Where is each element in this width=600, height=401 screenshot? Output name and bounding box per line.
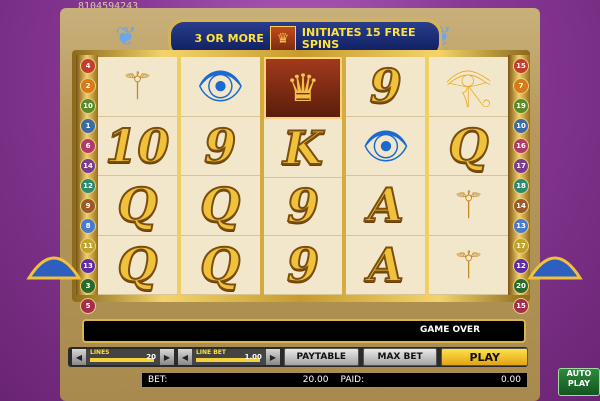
payline-indicator-right[interactable]: 14: [513, 198, 529, 214]
payline-indicator-right[interactable]: 10: [513, 118, 529, 134]
reel-symbol-letter: Q: [448, 118, 490, 174]
reel-grid: ⚚ 10 Q Q 👁 9 Q Q ♛ K 9 9 9 👁 A A 𓂀 Q ⚚ ⚚: [98, 57, 508, 295]
reel-symbol-letter: 9: [369, 58, 403, 114]
lines-level-bar: [90, 358, 154, 362]
bet-label: BET:: [148, 375, 168, 385]
bet-value: 20.00: [302, 375, 329, 385]
status-message: GAME OVER: [419, 325, 480, 335]
staff-icon: ⚚: [451, 183, 486, 228]
reel-symbol-letter: A: [367, 177, 405, 233]
payline-indicator-left[interactable]: 1: [80, 118, 96, 134]
reel-column: 👁 9 Q Q: [180, 57, 260, 295]
lines-stepper[interactable]: ◀ LINES 20 ▶: [72, 349, 174, 365]
sphinx-icon: ♛: [285, 65, 321, 110]
payline-indicator-left[interactable]: 14: [80, 158, 96, 174]
lines-label: LINES: [90, 349, 110, 356]
reel-symbol: 9: [263, 236, 343, 295]
payline-indicator-left[interactable]: 12: [80, 178, 96, 194]
reel-column: 9 👁 A A: [346, 57, 426, 295]
staff-icon: ⚚: [451, 242, 486, 287]
payline-indicator-left[interactable]: 8: [80, 218, 96, 234]
reel-symbol-letter: A: [367, 237, 405, 293]
payline-indicator-left[interactable]: 6: [80, 138, 96, 154]
payline-indicator-right[interactable]: 16: [513, 138, 529, 154]
reel-column: ♛ K 9 9: [263, 57, 343, 295]
tablet-icon: 𓂀: [429, 57, 508, 117]
eye-icon: 👁: [361, 123, 410, 168]
line-bet-decrease-icon[interactable]: ◀: [177, 349, 192, 365]
max-bet-button[interactable]: MAX BET: [362, 348, 438, 366]
line-bet-label: LINE BET: [195, 349, 226, 356]
play-button[interactable]: PLAY: [441, 348, 529, 366]
reel-symbol-letter: Q: [116, 237, 158, 293]
payline-indicator-right[interactable]: 18: [513, 178, 529, 194]
reel-symbol-letter: Q: [199, 177, 241, 233]
reel-symbol: Q: [98, 176, 177, 236]
lotus-ornament-left-icon: [24, 238, 84, 282]
reel-symbol-letter: 9: [286, 237, 320, 293]
lotus-ornament-right-icon: [525, 238, 585, 282]
banner-text-left: 3 OR MORE: [194, 32, 264, 45]
sphinx-icon: ♛: [269, 26, 296, 52]
payline-indicator-right[interactable]: 15: [513, 298, 529, 314]
payline-indicator-left[interactable]: 10: [80, 98, 96, 114]
lines-increase-icon[interactable]: ▶: [159, 349, 174, 365]
status-bar: GAME OVER: [82, 319, 526, 343]
staff-icon: ⚚: [429, 236, 508, 295]
reel-symbol-letter: 9: [286, 178, 320, 234]
reel-symbol: K: [263, 119, 343, 178]
autoplay-line1: AUTO: [566, 369, 592, 378]
payline-indicator-left[interactable]: 9: [80, 198, 96, 214]
payline-indicator-left[interactable]: 2: [80, 78, 96, 94]
reel-symbol: Q: [429, 117, 508, 176]
tablet-icon: 𓂀: [444, 64, 493, 109]
reel-column: 𓂀 Q ⚚ ⚚: [429, 57, 508, 295]
reel-symbol: 9: [263, 178, 343, 237]
payline-indicator-right[interactable]: 17: [513, 158, 529, 174]
payline-indicator-right[interactable]: 13: [513, 218, 529, 234]
payline-indicator-right[interactable]: 7: [513, 78, 529, 94]
staff-icon: ⚚: [429, 176, 508, 236]
bet-segment: BET: 20.00: [142, 375, 335, 385]
reel-symbol: Q: [98, 236, 177, 295]
reel-symbol: 10: [98, 117, 177, 176]
autoplay-button[interactable]: AUTO PLAY: [558, 368, 600, 396]
paid-value: 0.00: [500, 375, 521, 385]
reel-symbol: Q: [180, 236, 260, 295]
reel-symbol: A: [346, 176, 426, 236]
line-bet-value: 1.00: [244, 353, 262, 361]
reel-column: ⚚ 10 Q Q: [98, 57, 177, 295]
bet-info-bar: BET: 20.00 PAID: 0.00: [142, 373, 527, 387]
reel-symbol: 9: [180, 117, 260, 176]
eye-icon: 👁: [196, 64, 245, 109]
paytable-button[interactable]: PAYTABLE: [283, 348, 359, 366]
reel-symbol: A: [346, 236, 426, 295]
line-bet-stepper[interactable]: ◀ LINE BET 1.00 ▶: [177, 349, 280, 365]
payline-indicator-left[interactable]: 4: [80, 58, 96, 74]
lines-decrease-icon[interactable]: ◀: [72, 349, 86, 365]
reel-symbol: 9: [346, 57, 426, 117]
eye-icon: 👁: [346, 117, 426, 176]
reel-symbol-letter: Q: [199, 237, 241, 293]
staff-icon: ⚚: [98, 57, 177, 117]
staff-icon: ⚚: [120, 64, 155, 109]
banner-text-right: INITIATES 15 FREE SPINS: [302, 27, 416, 51]
eye-icon: 👁: [180, 57, 260, 117]
autoplay-line2: PLAY: [567, 379, 591, 388]
reel-symbol-letter: 10: [104, 118, 170, 174]
paid-segment: PAID: 0.00: [335, 375, 528, 385]
control-panel: ◀ LINES 20 ▶ ◀ LINE BET 1.00 ▶ PAYTABLE …: [68, 347, 529, 367]
paid-label: PAID:: [340, 375, 365, 385]
payline-indicator-right[interactable]: 15: [513, 58, 529, 74]
reel-symbol: Q: [180, 176, 260, 236]
reel-symbol-letter: 9: [203, 118, 237, 174]
line-bet-increase-icon[interactable]: ▶: [265, 349, 280, 365]
lines-value: 20: [146, 353, 156, 361]
reel-symbol-letter: K: [282, 120, 324, 176]
reel-symbol-letter: Q: [116, 177, 158, 233]
payline-indicator-right[interactable]: 19: [513, 98, 529, 114]
payline-indicator-left[interactable]: 5: [80, 298, 96, 314]
sphinx-icon: ♛: [263, 57, 343, 119]
